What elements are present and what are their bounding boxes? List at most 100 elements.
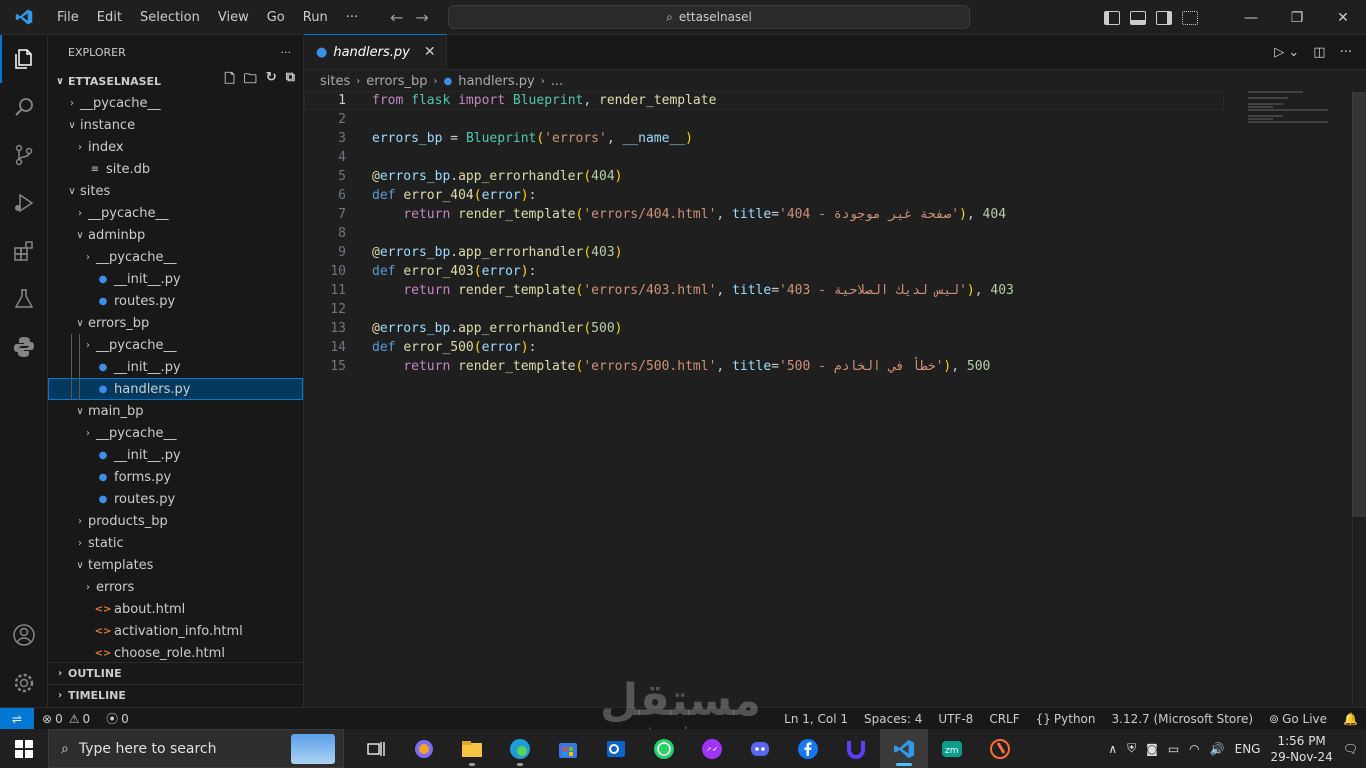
tree-folder[interactable]: › __pycache__: [48, 422, 303, 444]
restore-icon[interactable]: ❐: [1274, 0, 1320, 35]
python-icon[interactable]: [0, 323, 48, 371]
tree-file[interactable]: ● forms.py: [48, 466, 303, 488]
accounts-icon[interactable]: [0, 611, 48, 659]
tree-file[interactable]: <> activation_info.html: [48, 620, 303, 642]
outline-section[interactable]: › OUTLINE: [48, 662, 303, 684]
tree-file[interactable]: ● routes.py: [48, 290, 303, 312]
tree-file[interactable]: ● __init__.py: [48, 444, 303, 466]
problems-indicator[interactable]: ⊗ 0 ⚠ 0: [34, 712, 98, 726]
scrollbar-thumb[interactable]: [1352, 92, 1366, 517]
code-editor[interactable]: 1 from flask import Blueprint, render_tem…: [304, 91, 1224, 376]
tree-file[interactable]: ● __init__.py: [48, 268, 303, 290]
app-u-icon[interactable]: [832, 729, 880, 768]
toggle-primary-sidebar-icon[interactable]: [1104, 10, 1120, 25]
menu-file[interactable]: File: [48, 0, 88, 35]
indentation[interactable]: Spaces: 4: [856, 712, 930, 726]
clock[interactable]: 1:56 PM 29-Nov-24: [1270, 733, 1332, 765]
whatsapp-icon[interactable]: [640, 729, 688, 768]
tree-file[interactable]: ● routes.py: [48, 488, 303, 510]
remote-indicator-icon[interactable]: ⇌: [0, 707, 34, 730]
tree-file[interactable]: ● handlers.py: [48, 378, 303, 400]
menu-selection[interactable]: Selection: [131, 0, 209, 35]
discord-icon[interactable]: [736, 729, 784, 768]
menu-edit[interactable]: Edit: [88, 0, 131, 35]
back-arrow-icon[interactable]: ←: [390, 8, 403, 27]
chevron-up-icon[interactable]: ∧: [1108, 742, 1117, 756]
workspace-row[interactable]: ∨ ETTASELNASEL 🗋 🗀 ↻ ⧉: [48, 70, 303, 92]
task-view-icon[interactable]: [352, 729, 400, 768]
split-editor-icon[interactable]: ◫: [1313, 45, 1325, 60]
tree-folder[interactable]: › static: [48, 532, 303, 554]
tree-file[interactable]: <> choose_role.html: [48, 642, 303, 664]
more-actions-icon[interactable]: ···: [281, 46, 292, 59]
tree-folder[interactable]: › products_bp: [48, 510, 303, 532]
camera-icon[interactable]: ◙: [1146, 742, 1158, 756]
notification-center-icon[interactable]: 🗨: [1343, 742, 1358, 756]
tree-folder[interactable]: ∨ main_bp: [48, 400, 303, 422]
python-interpreter[interactable]: 3.12.7 (Microsoft Store): [1104, 712, 1262, 726]
security-shield-icon[interactable]: ⛨: [1127, 741, 1136, 756]
edge-browser-icon[interactable]: [496, 729, 544, 768]
tree-folder[interactable]: ∨ templates: [48, 554, 303, 576]
taskbar-search[interactable]: ⌕ Type here to search: [48, 729, 344, 768]
source-control-icon[interactable]: [0, 131, 48, 179]
close-tab-icon[interactable]: ✕: [424, 44, 436, 60]
breadcrumb-item[interactable]: handlers.py: [458, 74, 535, 89]
messenger-icon[interactable]: [688, 729, 736, 768]
tree-folder[interactable]: ∨ sites: [48, 180, 303, 202]
command-center[interactable]: ⌕ ettaselnasel: [448, 5, 970, 29]
language-indicator[interactable]: ENG: [1235, 742, 1261, 756]
tree-folder[interactable]: › __pycache__: [48, 92, 303, 114]
minimize-icon[interactable]: —: [1228, 0, 1274, 35]
outlook-icon[interactable]: [592, 729, 640, 768]
tree-folder[interactable]: ∨ instance: [48, 114, 303, 136]
customize-layout-icon[interactable]: [1182, 10, 1198, 25]
new-folder-icon[interactable]: 🗀: [244, 70, 257, 92]
windows-start-icon[interactable]: [0, 729, 48, 768]
postman-icon[interactable]: [976, 729, 1024, 768]
menu-view[interactable]: View: [209, 0, 258, 35]
search-activity-icon[interactable]: [0, 83, 48, 131]
close-window-icon[interactable]: ✕: [1320, 0, 1366, 35]
go-live-button[interactable]: ⊚ Go Live: [1261, 712, 1335, 726]
tree-folder[interactable]: › __pycache__: [48, 202, 303, 224]
wifi-icon[interactable]: ◠: [1189, 742, 1199, 756]
breadcrumb-item[interactable]: errors_bp: [366, 74, 427, 89]
tree-folder[interactable]: ∨ adminbp: [48, 224, 303, 246]
breadcrumb-item[interactable]: sites: [320, 74, 350, 89]
toggle-panel-icon[interactable]: [1130, 10, 1146, 25]
run-python-file-icon[interactable]: ▷ ⌄: [1274, 45, 1299, 60]
extensions-icon[interactable]: [0, 227, 48, 275]
minimap[interactable]: [1248, 91, 1338, 123]
zoom-icon[interactable]: zm: [928, 729, 976, 768]
new-file-icon[interactable]: 🗋: [224, 70, 234, 92]
tree-folder[interactable]: › __pycache__: [48, 334, 303, 356]
menu-go[interactable]: Go: [258, 0, 294, 35]
battery-icon[interactable]: ▭: [1168, 742, 1179, 756]
collapse-all-icon[interactable]: ⧉: [286, 70, 295, 92]
cursor-position[interactable]: Ln 1, Col 1: [776, 712, 856, 726]
tree-folder[interactable]: › errors: [48, 576, 303, 598]
timeline-section[interactable]: › TIMELINE: [48, 684, 303, 706]
language-mode[interactable]: {} Python: [1028, 712, 1104, 726]
menu-run[interactable]: Run: [294, 0, 337, 35]
tree-file[interactable]: <> about.html: [48, 598, 303, 620]
copilot-icon[interactable]: [400, 729, 448, 768]
testing-flask-icon[interactable]: [0, 275, 48, 323]
forward-arrow-icon[interactable]: →: [415, 8, 428, 27]
microsoft-store-icon[interactable]: [544, 729, 592, 768]
ports-indicator[interactable]: ⦿ 0: [98, 710, 137, 727]
editor-more-icon[interactable]: ···: [1340, 45, 1352, 60]
breadcrumb-item[interactable]: ...: [551, 74, 563, 89]
tree-folder[interactable]: › index: [48, 136, 303, 158]
tree-folder[interactable]: › __pycache__: [48, 246, 303, 268]
run-debug-icon[interactable]: [0, 179, 48, 227]
manage-gear-icon[interactable]: [0, 659, 48, 707]
volume-icon[interactable]: 🔊: [1210, 742, 1225, 756]
tab-handlers-py[interactable]: ● handlers.py ✕: [304, 34, 447, 69]
encoding[interactable]: UTF-8: [930, 712, 981, 726]
refresh-icon[interactable]: ↻: [266, 70, 277, 92]
line-endings[interactable]: CRLF: [981, 712, 1027, 726]
file-explorer-icon[interactable]: [448, 729, 496, 768]
explorer-icon[interactable]: [0, 35, 48, 83]
